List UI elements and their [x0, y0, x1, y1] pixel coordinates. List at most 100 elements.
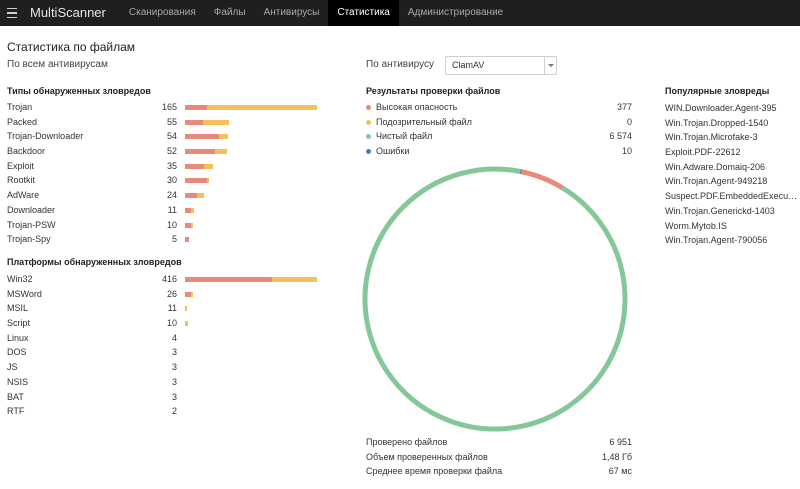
stat-name: Trojan-Downloader: [7, 131, 84, 142]
stat-name: NSIS: [7, 376, 29, 387]
bar-segment-suspicious: [219, 134, 229, 140]
popular-malware-item[interactable]: Suspect.PDF.EmbeddedExecutable: [665, 189, 799, 204]
stat-row: Script 10: [7, 317, 188, 332]
menu-icon[interactable]: [2, 0, 22, 26]
bar-segment-suspicious: [197, 193, 205, 199]
stat-name: DOS: [7, 347, 27, 358]
result-value: 0: [626, 116, 632, 127]
stat-row: Downloader 11: [7, 204, 194, 219]
stat-bar: [185, 149, 227, 155]
result-row: Высокая опасность 377: [366, 101, 632, 116]
popular-malware-item[interactable]: WIN.Downloader.Agent-395: [665, 101, 799, 116]
antivirus-select[interactable]: ClamAV: [445, 56, 557, 75]
popular-malware-list: WIN.Downloader.Agent-395 Win.Trojan.Dropp…: [665, 101, 799, 248]
brand-logo[interactable]: MultiScanner: [30, 0, 106, 26]
legend-dot-icon: [366, 105, 371, 110]
stat-count: 4: [171, 332, 177, 343]
popular-malware-item[interactable]: Win.Trojan.Agent-790056: [665, 233, 799, 248]
summary-row: Объем проверенных файлов 1,48 Гб: [366, 451, 632, 466]
result-label: Высокая опасность: [376, 102, 458, 112]
stat-count: 11: [167, 204, 177, 215]
bar-segment-suspicious: [207, 178, 210, 184]
summary-stats: Проверено файлов 6 951 Объем проверенных ф…: [366, 436, 632, 480]
bar-segment-high: [185, 149, 215, 155]
nav-item[interactable]: Антивирусы: [255, 0, 329, 26]
summary-value: 1,48 Гб: [601, 451, 632, 462]
summary-label: Объем проверенных файлов: [366, 451, 488, 462]
bar-segment-suspicious: [204, 163, 213, 169]
stat-name: JS: [7, 362, 18, 373]
summary-label: Среднее время проверки файла: [366, 466, 503, 477]
stat-row: AdWare 24: [7, 189, 205, 204]
stat-count: 10: [166, 219, 177, 230]
stat-row: BAT 3: [7, 391, 177, 406]
summary-row: Среднее время проверки файла 67 мс: [366, 465, 632, 480]
stat-name: Script: [7, 318, 31, 329]
stat-count: 10: [166, 318, 177, 329]
stat-count: 35: [166, 160, 177, 171]
stat-name: Trojan-PSW: [7, 219, 56, 230]
stat-bar: [185, 193, 205, 199]
stat-row: MSWord 26: [7, 288, 194, 303]
popular-malware-item[interactable]: Win.Trojan.Dropped-1540: [665, 116, 799, 131]
summary-value: 67 мс: [608, 466, 632, 477]
main-nav: Сканирования Файлы Антивирусы Статистика Адм…: [120, 0, 512, 26]
stat-count: 30: [166, 175, 177, 186]
stat-name: Exploit: [7, 160, 35, 171]
stat-row: Rootkit 30: [7, 174, 210, 189]
nav-item[interactable]: Администрирование: [399, 0, 512, 26]
nav-item[interactable]: Файлы: [205, 0, 255, 26]
popular-malware-item[interactable]: Win.Trojan.Generickd-1403: [665, 204, 799, 219]
result-value: 10: [621, 145, 632, 156]
popular-malware-item[interactable]: Exploit.PDF-22612: [665, 145, 799, 160]
result-row: Подозрительный файл 0: [366, 116, 632, 131]
stat-count: 52: [166, 146, 177, 157]
stat-row: Backdoor 52: [7, 145, 227, 160]
nav-item[interactable]: Сканирования: [120, 0, 205, 26]
stat-bar: [185, 119, 229, 125]
stat-count: 55: [166, 116, 177, 127]
subtitle-by-antivirus: По антивирусу: [366, 59, 435, 70]
legend-dot-icon: [366, 134, 371, 140]
popular-malware-item[interactable]: Worm.Mytob.IS: [665, 219, 799, 234]
popular-malware-item[interactable]: Win.Adware.Domaiq-206: [665, 160, 799, 175]
stat-row: RTF 2: [7, 405, 177, 420]
stat-bar: [185, 163, 213, 169]
stat-row: Packed 55: [7, 116, 229, 131]
bar-segment-suspicious: [191, 222, 194, 228]
bar-segment-suspicious: [191, 291, 194, 297]
legend-dot-icon: [366, 119, 371, 125]
popular-malware-item[interactable]: Win.Trojan.Agent-949218: [665, 174, 799, 189]
stat-row: Trojan 165: [7, 101, 317, 116]
nav-item[interactable]: Статистика: [328, 0, 399, 26]
top-navbar: MultiScanner Сканирования Файлы Антивирусы…: [0, 0, 800, 26]
stat-count: 5: [171, 234, 177, 245]
stat-row: Trojan-PSW 10: [7, 219, 194, 234]
stat-count: 2: [171, 406, 177, 417]
antivirus-select-value: ClamAV: [452, 60, 485, 70]
stat-name: Rootkit: [7, 175, 36, 186]
stat-count: 3: [171, 347, 177, 358]
stat-bar: [185, 321, 188, 327]
bar-segment-suspicious: [185, 321, 188, 327]
stat-bar: [185, 237, 189, 243]
result-label: Чистый файл: [376, 131, 433, 142]
bar-segment-high: [185, 134, 220, 140]
summary-label: Проверено файлов: [366, 437, 448, 447]
bar-segment-suspicious: [272, 277, 317, 282]
stat-row: Trojan-Spy 5: [7, 233, 189, 248]
result-value: 6 574: [609, 131, 632, 142]
stat-count: 165: [161, 102, 177, 112]
result-value: 377: [616, 102, 632, 112]
popular-malware-item[interactable]: Win.Trojan.Microfake-3: [665, 130, 799, 145]
stat-row: MSIL 11: [7, 302, 187, 317]
stat-row: Trojan-Downloader 54: [7, 130, 229, 145]
stat-name: Packed: [7, 116, 38, 127]
stat-count: 11: [167, 303, 177, 314]
bar-segment-high: [185, 193, 197, 199]
stat-count: 3: [171, 391, 177, 402]
stat-name: Trojan-Spy: [7, 234, 51, 245]
chevron-down-icon[interactable]: [544, 57, 556, 74]
result-row: Ошибки 10: [366, 145, 632, 160]
subtitle-all-antiviruses: По всем антивирусам: [7, 59, 108, 70]
